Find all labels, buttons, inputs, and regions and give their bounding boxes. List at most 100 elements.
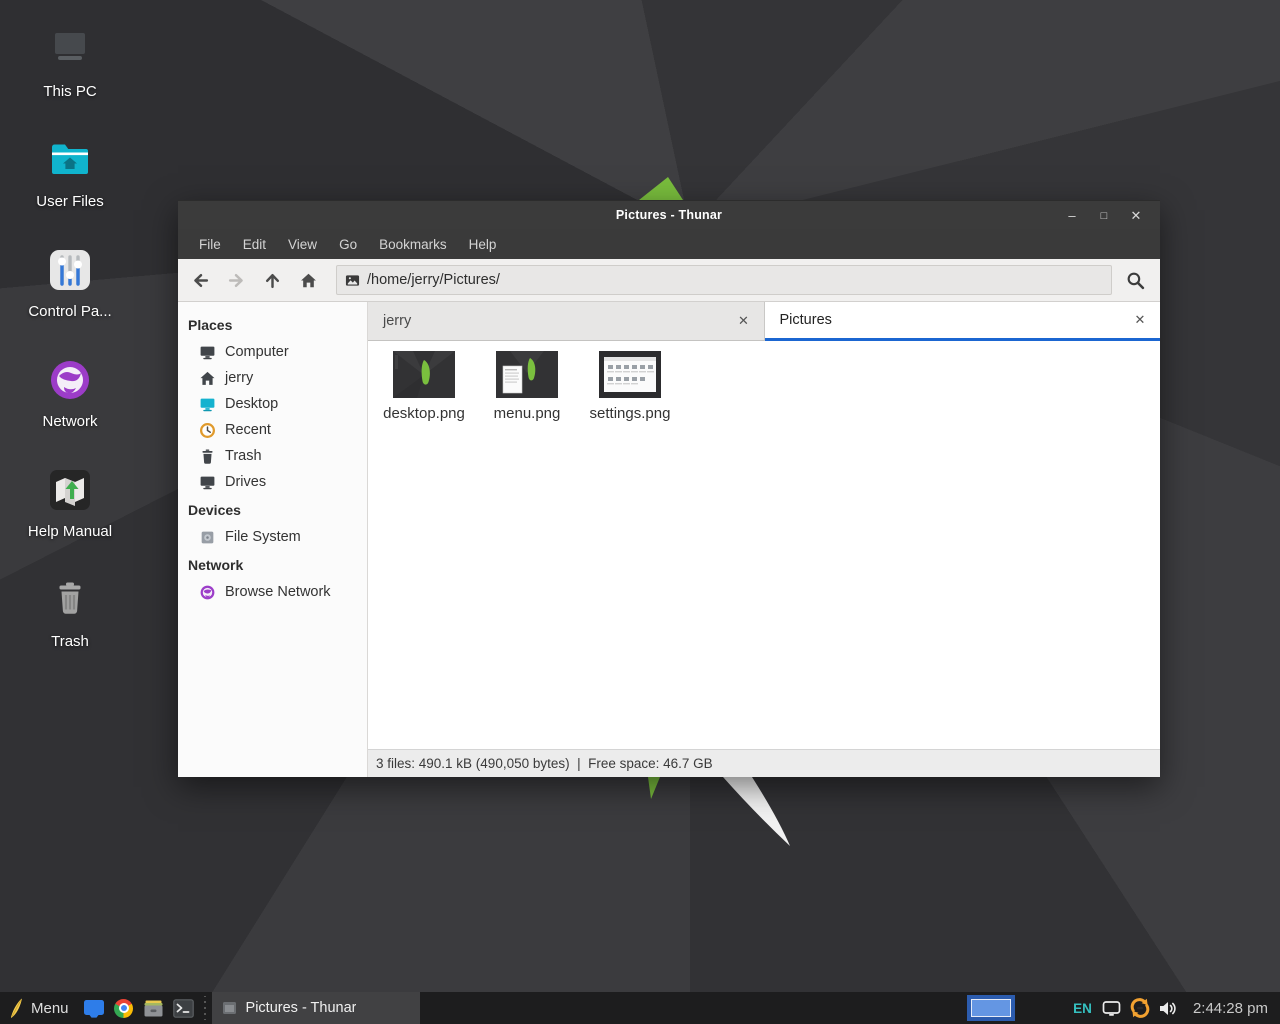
sidebar-item-jerry[interactable]: jerry	[178, 365, 367, 391]
menu-help[interactable]: Help	[458, 229, 508, 259]
desktop-icon-label: Network	[42, 413, 97, 430]
file-name: menu.png	[494, 405, 561, 422]
side-pane: Places Computer jerry	[178, 302, 368, 777]
close-button[interactable]: ✕	[1120, 201, 1152, 230]
file-system-icon	[199, 529, 216, 546]
up-button[interactable]	[254, 263, 290, 297]
menubar: File Edit View Go Bookmarks Help	[178, 229, 1160, 259]
tab-pictures[interactable]: Pictures ✕	[765, 302, 1161, 341]
file-manager-icon	[83, 998, 105, 1018]
help-manual-icon	[46, 466, 94, 514]
close-tab-icon[interactable]: ✕	[734, 311, 754, 331]
window-controls: – □ ✕	[1056, 201, 1152, 230]
control-panel-icon	[46, 246, 94, 294]
system-tray: EN 2:44:28 pm	[1073, 997, 1280, 1019]
desktop-icon-user-files[interactable]: User Files	[18, 132, 122, 242]
trash-icon	[46, 576, 94, 624]
sidebar-item-drives[interactable]: Drives	[178, 469, 367, 495]
status-text: 3 files: 490.1 kB (490,050 bytes) | Free…	[376, 756, 713, 771]
network-icon	[46, 356, 94, 404]
sidebar-header-places: Places	[178, 310, 367, 339]
desktop-icon-trash[interactable]: Trash	[18, 572, 122, 682]
sidebar-item-recent[interactable]: Recent	[178, 417, 367, 443]
panel-separator-handle[interactable]	[201, 996, 210, 1020]
taskbar-window-button[interactable]: Pictures - Thunar	[212, 992, 420, 1024]
desktop-icon-this-pc[interactable]: This PC	[18, 22, 122, 132]
desktop-icon-help-manual[interactable]: Help Manual	[18, 462, 122, 572]
sidebar-item-desktop[interactable]: Desktop	[178, 391, 367, 417]
desktop-icon-label: User Files	[36, 193, 104, 210]
menu-button[interactable]: Menu	[0, 992, 79, 1024]
update-manager-tray-button[interactable]	[1129, 997, 1151, 1019]
taskbar-window-button-label: Pictures - Thunar	[246, 1000, 357, 1016]
linux-lite-feather-icon	[8, 997, 23, 1019]
menu-view[interactable]: View	[277, 229, 328, 259]
trash-icon	[199, 448, 216, 465]
search-button[interactable]	[1116, 263, 1154, 297]
minimize-button[interactable]: –	[1056, 201, 1088, 230]
desktop-wallpaper: This PC User Files	[0, 0, 1280, 992]
file-item-settings-png[interactable]: settings.png	[580, 347, 680, 422]
main-pane: jerry ✕ Pictures ✕	[368, 302, 1160, 777]
tab-jerry[interactable]: jerry ✕	[368, 302, 765, 341]
update-manager-icon	[1129, 997, 1151, 1019]
back-button[interactable]	[182, 263, 218, 297]
sidebar-item-label: File System	[225, 529, 301, 545]
sidebar-item-label: Desktop	[225, 396, 278, 412]
drives-icon	[199, 474, 216, 491]
toolbar	[178, 259, 1160, 302]
terminal-icon	[173, 999, 194, 1018]
sidebar-item-trash[interactable]: Trash	[178, 443, 367, 469]
maximize-button[interactable]: □	[1088, 201, 1120, 230]
menu-button-label: Menu	[31, 1000, 69, 1017]
file-item-desktop-png[interactable]: desktop.png	[374, 347, 474, 422]
workspace-1[interactable]	[971, 999, 1011, 1017]
desktop-icon-control-panel[interactable]: Control Pa...	[18, 242, 122, 352]
window-titlebar[interactable]: Pictures - Thunar – □ ✕	[178, 200, 1160, 229]
workspace-switcher[interactable]	[967, 995, 1015, 1021]
thunar-window-icon	[222, 1001, 237, 1015]
desktop-icon-label: This PC	[43, 83, 96, 100]
sidebar-item-label: Recent	[225, 422, 271, 438]
launcher-file-manager[interactable]	[79, 992, 109, 1024]
settings-png-thumbnail	[599, 351, 661, 398]
menu-edit[interactable]: Edit	[232, 229, 277, 259]
volume-tray-button[interactable]	[1157, 997, 1179, 1019]
forward-button[interactable]	[218, 263, 254, 297]
close-tab-icon[interactable]: ✕	[1130, 310, 1150, 330]
forward-arrow-icon	[228, 272, 245, 289]
launcher-archive-manager[interactable]	[139, 992, 169, 1024]
launcher-terminal[interactable]	[169, 992, 199, 1024]
desktop-png-thumbnail	[393, 351, 455, 398]
desktop-icon-list: This PC User Files	[18, 22, 122, 682]
archive-manager-icon	[143, 999, 164, 1018]
desktop-monitor-icon	[199, 396, 216, 413]
keyboard-layout-indicator[interactable]: EN	[1073, 1001, 1092, 1016]
sidebar-item-label: Browse Network	[225, 584, 331, 600]
sidebar-item-computer[interactable]: Computer	[178, 339, 367, 365]
home-button[interactable]	[290, 263, 326, 297]
launcher-chrome[interactable]	[109, 992, 139, 1024]
file-view[interactable]: desktop.png	[368, 341, 1160, 749]
status-bar: 3 files: 490.1 kB (490,050 bytes) | Free…	[368, 749, 1160, 777]
user-files-icon	[46, 136, 94, 184]
desktop-icon-network[interactable]: Network	[18, 352, 122, 462]
sidebar-item-label: Computer	[225, 344, 289, 360]
display-tray-button[interactable]	[1101, 997, 1123, 1019]
taskbar-clock[interactable]: 2:44:28 pm	[1185, 1000, 1280, 1017]
taskbar: Menu Pictures - Thunar	[0, 992, 1280, 1024]
tab-bar: jerry ✕ Pictures ✕	[368, 302, 1160, 341]
window-body: Places Computer jerry	[178, 302, 1160, 777]
menu-bookmarks[interactable]: Bookmarks	[368, 229, 458, 259]
menu-go[interactable]: Go	[328, 229, 368, 259]
sidebar-item-file-system[interactable]: File System	[178, 524, 367, 550]
menu-png-thumbnail	[496, 351, 558, 398]
up-arrow-icon	[264, 272, 281, 289]
file-name: settings.png	[590, 405, 671, 422]
home-icon	[300, 272, 317, 289]
sidebar-item-browse-network[interactable]: Browse Network	[178, 579, 367, 605]
file-item-menu-png[interactable]: menu.png	[477, 347, 577, 422]
path-input[interactable]	[367, 272, 1103, 288]
menu-file[interactable]: File	[188, 229, 232, 259]
thunar-window: Pictures - Thunar – □ ✕ File Edit View G…	[178, 200, 1160, 777]
